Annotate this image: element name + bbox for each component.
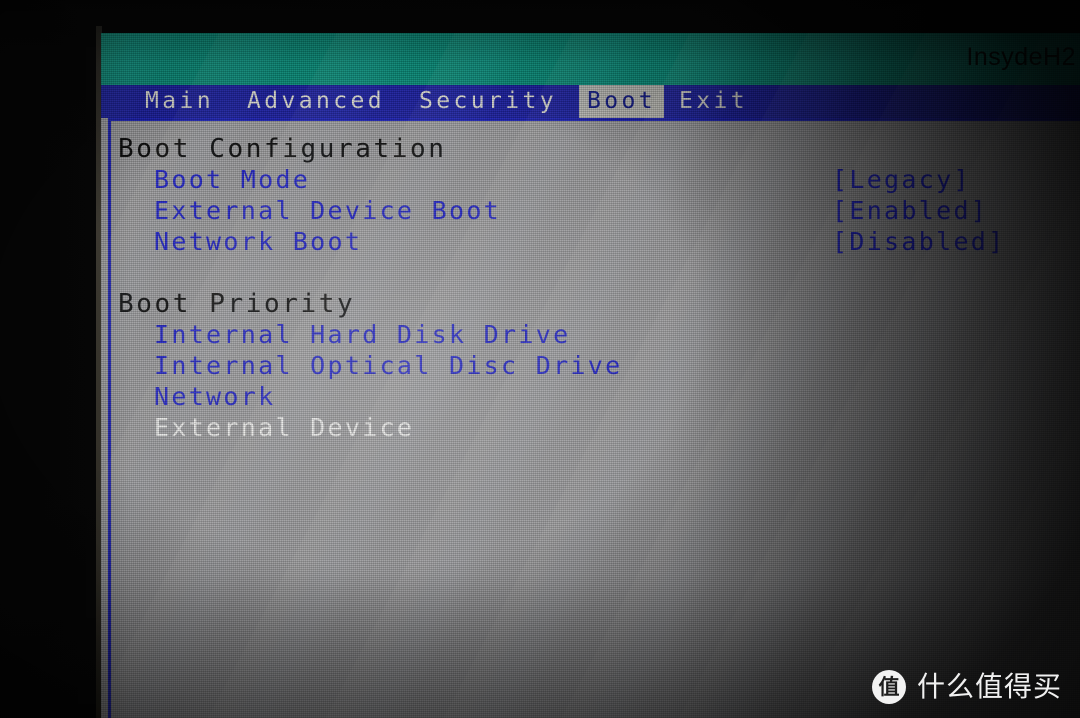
tab-exit[interactable]: Exit: [671, 85, 756, 118]
option-row-boot-mode[interactable]: Boot Mode [Legacy]: [118, 165, 1053, 195]
bios-screen: InsydeH2 Main Advanced Security Boot Exi…: [101, 33, 1080, 718]
bios-body: Boot Configuration Boot Mode [Legacy] Ex…: [101, 118, 1080, 718]
priority-label-internal-optical-disc-drive: Internal Optical Disc Drive: [154, 351, 623, 380]
tab-main[interactable]: Main: [137, 85, 222, 118]
priority-label-internal-hard-disk-drive: Internal Hard Disk Drive: [154, 320, 571, 349]
priority-label-network: Network: [154, 382, 276, 411]
tab-advanced[interactable]: Advanced: [239, 85, 393, 118]
tab-security[interactable]: Security: [411, 85, 565, 118]
priority-row-external-device[interactable]: External Device: [118, 413, 1053, 443]
priority-label-external-device: External Device: [154, 413, 415, 442]
option-value-external-device-boot[interactable]: [Enabled]: [832, 196, 988, 226]
priority-row-internal-hard-disk-drive[interactable]: Internal Hard Disk Drive: [118, 320, 1053, 350]
option-label-boot-mode: Boot Mode: [154, 165, 311, 194]
priority-row-network[interactable]: Network: [118, 382, 1053, 412]
priority-row-internal-optical-disc-drive[interactable]: Internal Optical Disc Drive: [118, 351, 1053, 381]
bios-title-strip: InsydeH2: [101, 33, 1080, 85]
section-title-boot-configuration: Boot Configuration: [118, 134, 447, 164]
option-label-external-device-boot: External Device Boot: [154, 196, 502, 225]
option-row-external-device-boot[interactable]: External Device Boot [Enabled]: [118, 196, 1053, 226]
tab-boot[interactable]: Boot: [579, 85, 664, 118]
option-value-boot-mode[interactable]: [Legacy]: [832, 165, 971, 195]
section-title-boot-priority: Boot Priority: [118, 289, 356, 319]
option-value-network-boot[interactable]: [Disabled]: [832, 227, 1006, 257]
firmware-vendor-label: InsydeH2: [966, 43, 1076, 71]
settings-content: Boot Configuration Boot Mode [Legacy] Ex…: [118, 134, 1053, 443]
bios-menu-bar: Main Advanced Security Boot Exit: [101, 85, 1080, 118]
option-label-network-boot: Network Boot: [154, 227, 363, 256]
option-row-network-boot[interactable]: Network Boot [Disabled]: [118, 227, 1053, 257]
photo-of-laptop-screen: InsydeH2 Main Advanced Security Boot Exi…: [0, 0, 1080, 718]
